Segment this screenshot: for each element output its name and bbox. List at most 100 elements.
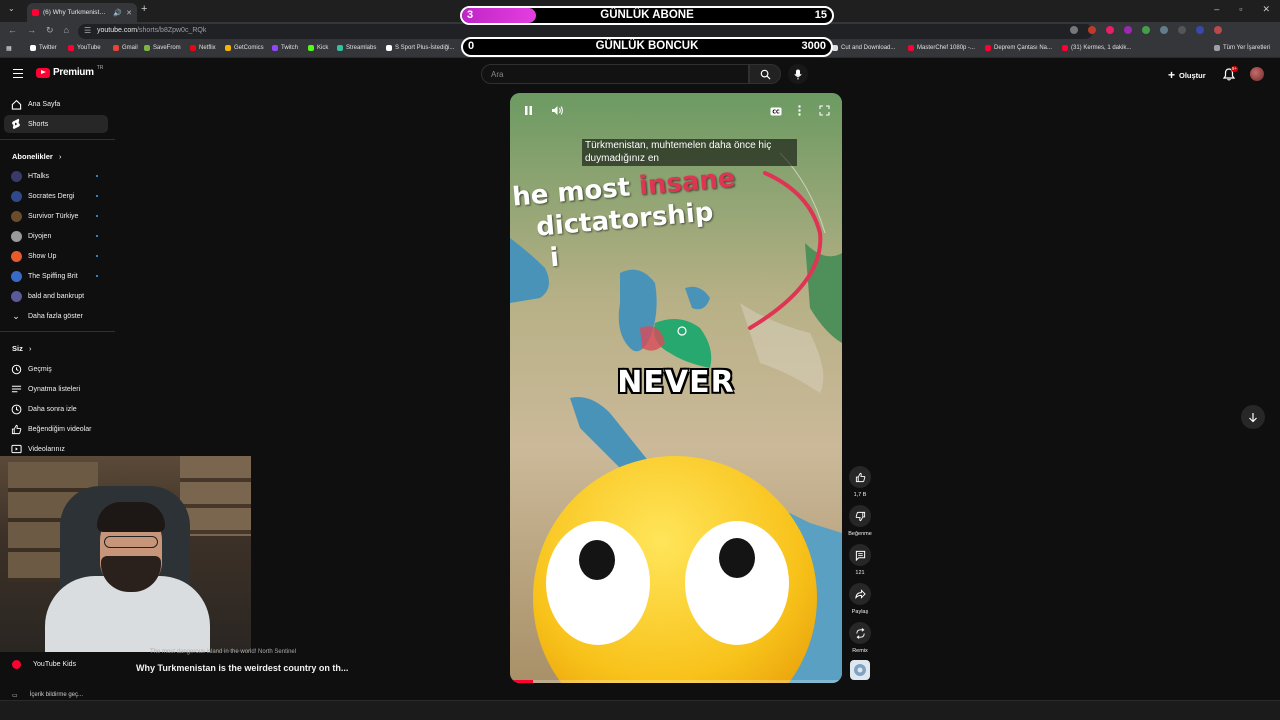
back-icon[interactable]: ← [8, 25, 17, 36]
extension-icon[interactable] [1178, 26, 1186, 34]
clock-icon [11, 404, 21, 414]
bookmark-label: Twitch [281, 45, 299, 51]
forward-icon[interactable]: → [27, 25, 36, 36]
sidebar-channel[interactable]: Show Up [4, 247, 108, 265]
shorts-video-player[interactable]: Türkmenistan, muhtemelen daha önce hiç d… [510, 93, 842, 683]
subscriptions-label: Abonelikler [12, 152, 53, 161]
reload-icon[interactable]: ↻ [46, 25, 54, 36]
share-button[interactable]: Paylaş [848, 583, 872, 615]
sidebar-channel[interactable]: bald and bankrupt [4, 287, 108, 305]
pause-icon[interactable] [524, 105, 533, 119]
sidebar-item-report[interactable]: ▭ İçerik bildirme geç... [12, 692, 83, 699]
related-video-subtitle[interactable]: The most dangerous island in the world! … [150, 649, 296, 655]
minimize-icon[interactable]: – [1214, 4, 1219, 15]
home-icon[interactable]: ⌂ [64, 25, 69, 36]
audio-icon[interactable]: 🔊 [113, 9, 122, 17]
bookmark-favicon-icon [113, 45, 119, 51]
bookmark-item[interactable]: YouTube [68, 45, 101, 51]
tab-search-icon[interactable]: ⌄ [8, 4, 15, 13]
new-tab-icon[interactable]: + [141, 3, 147, 15]
voice-search-button[interactable] [788, 64, 808, 84]
window-close-icon[interactable]: ✕ [1262, 4, 1270, 15]
sidebar-channel[interactable]: The Spiffing Brit [4, 267, 108, 285]
tab-youtube[interactable]: (6) Why Turkmenistan is th... 🔊 ✕ [27, 3, 137, 22]
bookmark-item[interactable]: Twitter [30, 45, 57, 51]
channel-avatar [10, 210, 22, 222]
bookmark-item[interactable]: Kick [308, 45, 328, 51]
sidebar-label: Videolarınız [28, 445, 65, 453]
captions-icon[interactable]: CC [770, 107, 782, 119]
sound-thumbnail[interactable] [850, 660, 870, 680]
create-button[interactable]: + Oluştur [1168, 68, 1206, 82]
all-bookmarks-button[interactable]: Tüm Yer İşaretleri [1214, 45, 1270, 51]
video-caption: Türkmenistan, muhtemelen daha önce hiç d… [582, 139, 797, 166]
bookmark-item[interactable]: GetComics [225, 45, 264, 51]
volume-icon[interactable] [551, 105, 564, 119]
tab-close-icon[interactable]: ✕ [126, 9, 132, 17]
sidebar-item-home[interactable]: Ana Sayfa [4, 95, 108, 113]
bookmark-label: Streamlabs [346, 45, 377, 51]
extension-icon[interactable] [1196, 26, 1204, 34]
comment-count: 121 [855, 570, 865, 576]
sidebar-item-playlists[interactable]: Oynatma listeleri [4, 380, 108, 398]
sidebar-item-history[interactable]: Geçmiş [4, 360, 108, 378]
sidebar-channel[interactable]: Socrates Dergi [4, 187, 108, 205]
bookmark-item[interactable]: MasterChef 1080p -... [908, 45, 975, 51]
extension-icon[interactable] [1106, 26, 1114, 34]
account-avatar[interactable] [1250, 67, 1264, 81]
bookmark-item[interactable]: S Sport Plus-İstediği... [386, 45, 454, 51]
youtube-logo[interactable]: Premium TR [36, 65, 103, 78]
bookmark-favicon-icon [337, 45, 343, 51]
bookmark-item[interactable]: Streamlabs [337, 45, 376, 51]
dislike-button[interactable]: Beğenme [848, 505, 872, 537]
bookmark-favicon-icon [225, 45, 231, 51]
subscribers-goal: 15 [814, 9, 827, 21]
extension-icon[interactable] [1124, 26, 1132, 34]
comments-button[interactable]: 121 [848, 544, 872, 576]
profile-icon[interactable] [1214, 26, 1222, 34]
comment-icon [855, 550, 865, 561]
remix-button[interactable]: Remix [848, 622, 872, 654]
microphone-icon [794, 69, 802, 79]
svg-text:CC: CC [772, 110, 780, 116]
bookmark-item[interactable]: Twitch [272, 45, 298, 51]
like-button[interactable]: 1,7 B [848, 466, 872, 498]
video-progress-bar[interactable] [510, 680, 842, 683]
next-short-button[interactable] [1241, 405, 1265, 429]
home-icon [11, 99, 21, 110]
bookmark-favicon-icon [272, 45, 278, 51]
apps-icon[interactable]: ▦ [6, 45, 12, 52]
hamburger-menu-icon[interactable] [13, 69, 23, 78]
bookshelf [180, 456, 251, 536]
bookmark-favicon-icon [144, 45, 150, 51]
bookmark-item[interactable]: (31) Kermes, 1 dakik... [1062, 45, 1131, 51]
bookmark-item[interactable]: SaveFrom [144, 45, 181, 51]
search-button[interactable] [749, 64, 781, 84]
subscriptions-header[interactable]: Abonelikler › [12, 152, 61, 161]
sidebar-item-liked[interactable]: Beğendiğim videolar [4, 420, 108, 438]
maximize-icon[interactable]: ▫ [1239, 4, 1242, 15]
related-video-title[interactable]: Why Turkmenistan is the weirdest country… [136, 663, 348, 673]
fullscreen-icon[interactable] [819, 105, 830, 119]
search-placeholder: Ara [491, 70, 504, 79]
show-more-button[interactable]: ⌄ Daha fazla göster [4, 307, 108, 325]
extension-icon[interactable] [1160, 26, 1168, 34]
sidebar-item-shorts[interactable]: Shorts [4, 115, 108, 133]
search-input[interactable]: Ara [481, 64, 749, 84]
extension-icon[interactable] [1142, 26, 1150, 34]
bookmark-item[interactable]: Cut and Download... [832, 45, 895, 51]
sidebar-channel[interactable]: HTalks [4, 167, 108, 185]
bookmark-label: Netflix [199, 45, 216, 51]
bookmark-item[interactable]: Deprem Çantası Na... [985, 45, 1052, 51]
sidebar-item-watch-later[interactable]: Daha sonra izle [4, 400, 108, 418]
bookmark-item[interactable]: Gmail [113, 45, 138, 51]
more-options-icon[interactable] [798, 105, 801, 119]
extension-icon[interactable] [1070, 26, 1078, 34]
extension-icon[interactable] [1088, 26, 1096, 34]
sidebar-channel[interactable]: Diyojen [4, 227, 108, 245]
site-info-icon[interactable]: ☰ [84, 26, 91, 35]
bookmark-item[interactable]: Netflix [190, 45, 216, 51]
you-header[interactable]: Siz › [12, 344, 31, 353]
sidebar-channel[interactable]: Survivor Türkiye [4, 207, 108, 225]
sidebar-item-youtube-kids[interactable]: YouTube Kids [12, 660, 76, 669]
